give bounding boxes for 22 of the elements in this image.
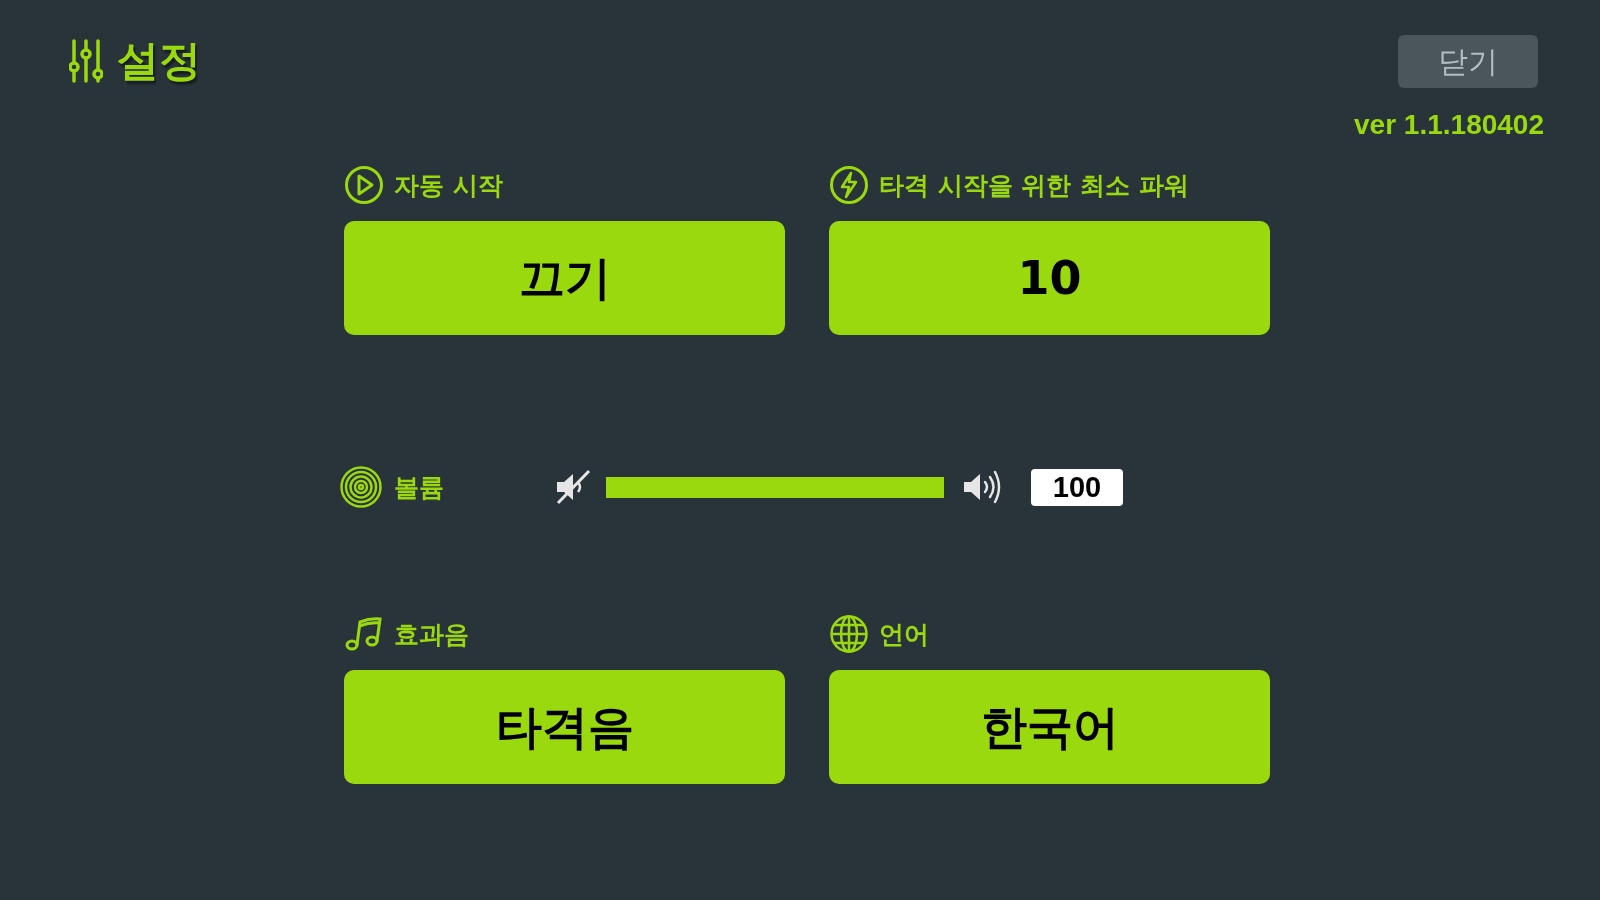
setting-value-button[interactable]: 한국어 (829, 670, 1270, 784)
setting-value-button[interactable]: 10 (829, 221, 1270, 335)
setting-label: 효과음 (394, 621, 469, 647)
mute-icon[interactable] (554, 468, 592, 506)
page-title: 설정 (117, 40, 201, 82)
volume-reading: 100 (1031, 468, 1123, 506)
globe-icon (829, 614, 869, 654)
volume-slider[interactable] (606, 476, 944, 498)
concentric-circles-icon (340, 466, 382, 508)
volume-label: 볼륨 (394, 474, 444, 500)
speaker-icon[interactable] (962, 468, 1002, 506)
setting-value-button[interactable]: 끄기 (344, 221, 785, 335)
sliders-icon (69, 39, 103, 83)
setting-label: 타격 시작을 위한 최소 파워 (879, 172, 1189, 198)
lightning-circle-icon (829, 165, 869, 205)
setting-label: 자동 시작 (394, 172, 503, 198)
play-circle-icon (344, 165, 384, 205)
music-notes-icon (344, 616, 384, 652)
version-text: ver 1.1.180402 (1354, 111, 1544, 139)
setting-value-button[interactable]: 타격음 (344, 670, 785, 784)
close-button[interactable]: 닫기 (1398, 35, 1538, 88)
setting-label: 언어 (879, 621, 929, 647)
